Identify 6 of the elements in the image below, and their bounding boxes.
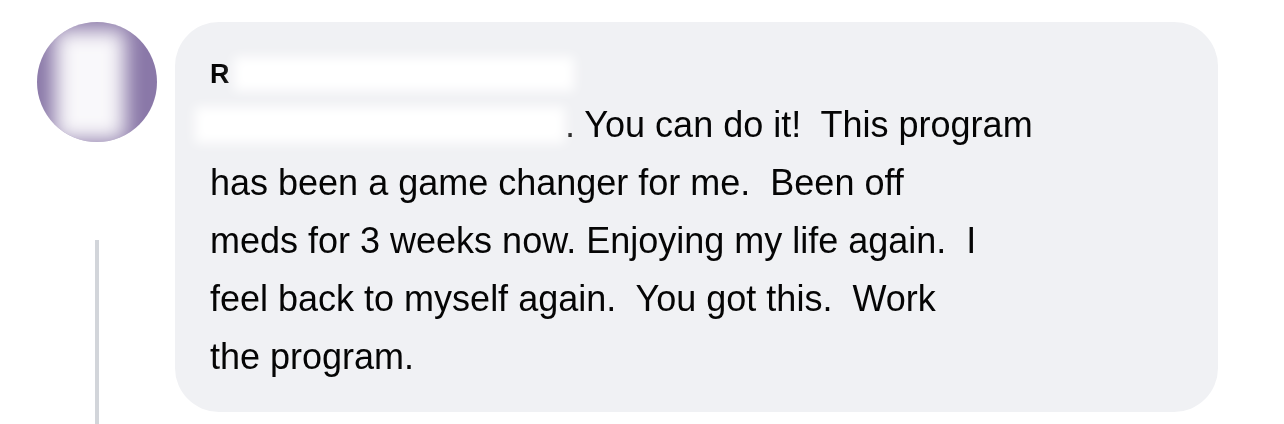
comment-text-line: . You can do it! This program bbox=[565, 103, 1033, 147]
comment-text-line: meds for 3 weeks now. Enjoying my life again. I bbox=[210, 219, 977, 263]
comment-text-line: has been a game changer for me. Been off bbox=[210, 161, 904, 205]
author-name[interactable]: R bbox=[210, 58, 230, 90]
comment-text-line: the program. bbox=[210, 335, 415, 379]
comment-text-line: feel back to myself again. You got this. Work bbox=[210, 277, 936, 321]
